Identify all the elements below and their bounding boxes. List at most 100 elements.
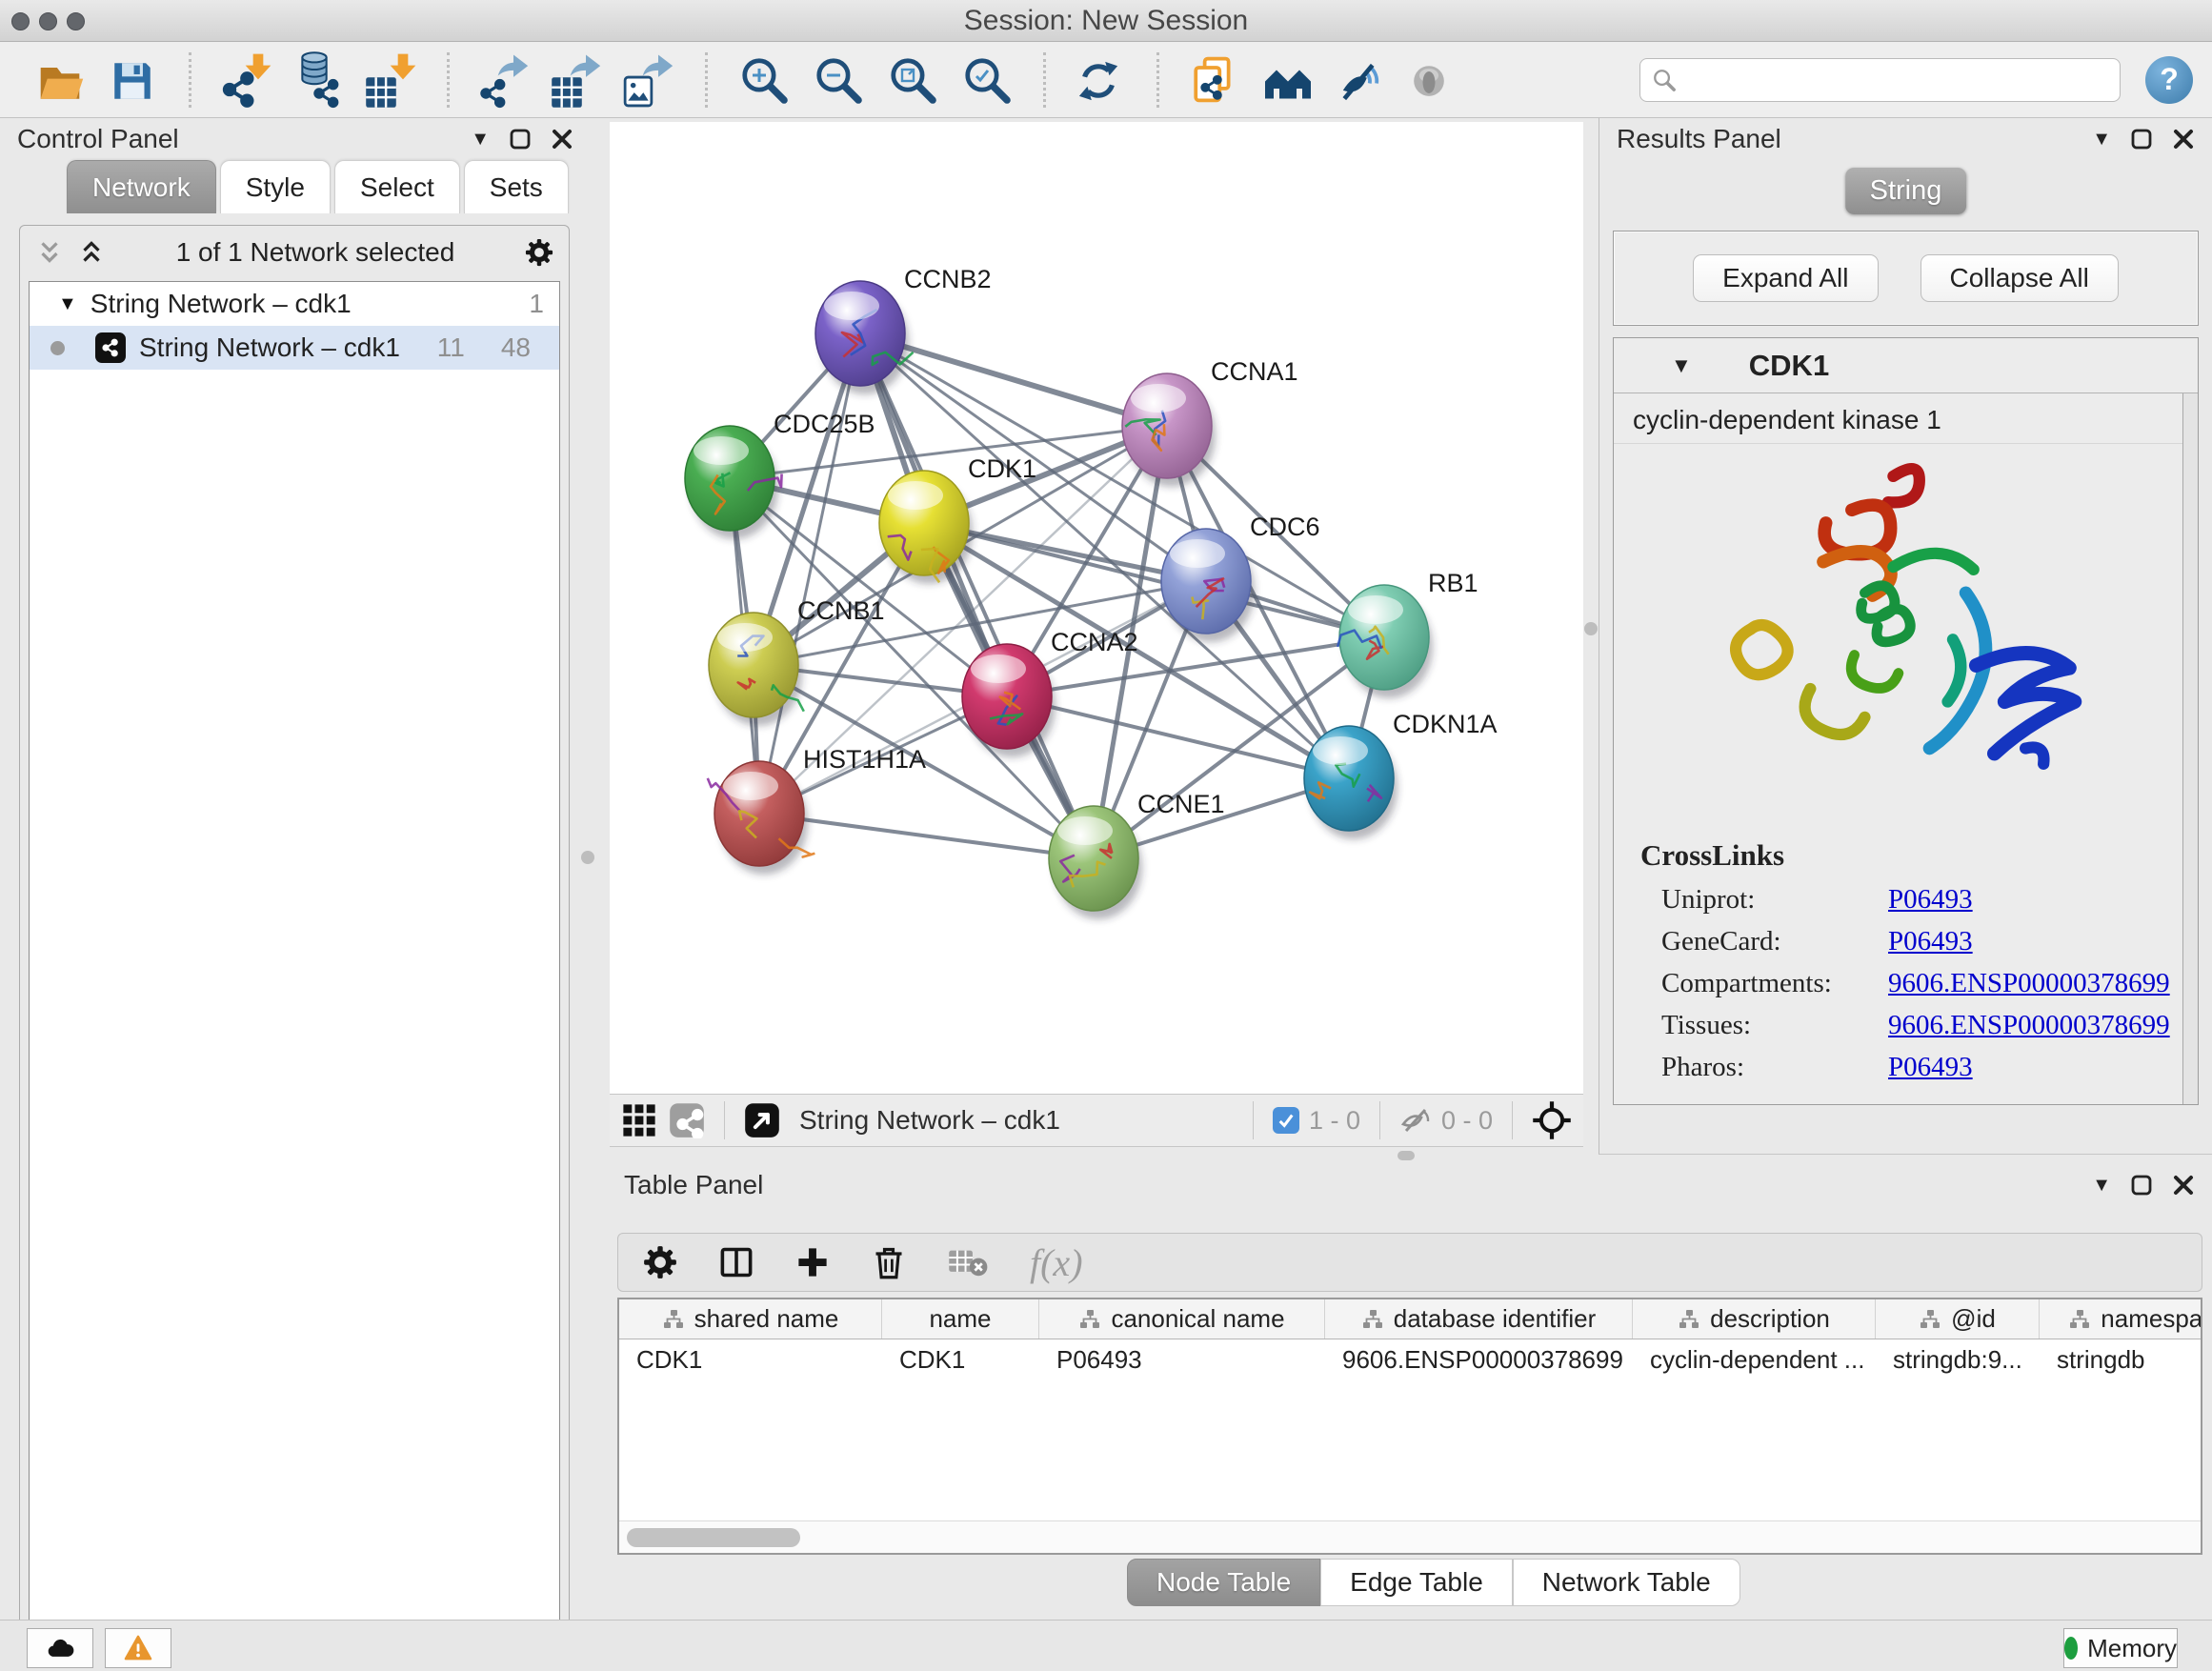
bottom-splitter-handle[interactable] xyxy=(1398,1151,1415,1160)
string-protein-query-button[interactable] xyxy=(1188,51,1241,109)
crosslink-value-link[interactable]: P06493 xyxy=(1888,920,1973,962)
network-badge-icon[interactable] xyxy=(669,1102,705,1138)
table-cell[interactable]: stringdb:9... xyxy=(1876,1339,2040,1379)
table-cell[interactable]: 9606.ENSP00000378699 xyxy=(1325,1339,1633,1379)
table-panel-menu-icon[interactable]: ▼ xyxy=(2092,1175,2111,1197)
table-horizontal-scrollbar[interactable] xyxy=(619,1520,2201,1553)
delete-table-icon xyxy=(948,1245,988,1279)
column-header[interactable]: name xyxy=(882,1299,1039,1339)
show-columns-icon[interactable] xyxy=(719,1245,754,1279)
window-controls xyxy=(11,12,85,30)
results-tab-string[interactable]: String xyxy=(1845,168,1967,214)
crosslink-value-link[interactable]: P06493 xyxy=(1888,878,1973,920)
help-button[interactable]: ? xyxy=(2145,56,2193,104)
network-collection-row[interactable]: ▼ String Network – cdk1 1 xyxy=(30,282,559,326)
network-graph[interactable]: CCNB2CCNA1CDC25BCDK1CDC6RB1CCNB1CCNA2CDK… xyxy=(610,122,1583,1094)
grid-view-icon[interactable] xyxy=(621,1102,657,1138)
memory-button[interactable]: Memory xyxy=(2063,1628,2178,1668)
graph-node-RB1[interactable]: RB1 xyxy=(1337,569,1478,690)
left-splitter-handle[interactable] xyxy=(581,851,594,864)
tab-select[interactable]: Select xyxy=(334,160,460,213)
crosshair-icon[interactable] xyxy=(1532,1100,1572,1140)
string-home-button[interactable] xyxy=(1260,51,1314,109)
table-cell[interactable]: CDK1 xyxy=(619,1339,882,1379)
graph-node-CDKN1A[interactable]: CDKN1A xyxy=(1304,710,1498,831)
close-panel-icon[interactable] xyxy=(2172,1174,2195,1197)
network-view-canvas[interactable]: CCNB2CCNA1CDC25BCDK1CDC6RB1CCNB1CCNA2CDK… xyxy=(610,122,1583,1094)
tab-edge-table[interactable]: Edge Table xyxy=(1320,1559,1513,1606)
zoom-out-button[interactable] xyxy=(813,54,864,106)
table-cell[interactable]: P06493 xyxy=(1039,1339,1325,1379)
save-session-button[interactable] xyxy=(107,51,160,109)
crosslink-value-link[interactable]: 9606.ENSP00000378699 xyxy=(1888,962,2170,1004)
results-panel-menu-icon[interactable]: ▼ xyxy=(2092,129,2111,151)
column-header[interactable]: shared name xyxy=(619,1299,882,1339)
graph-node-CDC25B[interactable]: CDC25B xyxy=(685,410,875,531)
tab-network-table[interactable]: Network Table xyxy=(1513,1559,1740,1606)
column-header[interactable]: description xyxy=(1633,1299,1876,1339)
crosslink-value-link[interactable]: 9606.ENSP00000378699 xyxy=(1888,1004,2170,1046)
import-network-from-database-button[interactable] xyxy=(292,51,346,109)
node-label-RB1: RB1 xyxy=(1428,569,1478,597)
column-network-icon xyxy=(1919,1308,1941,1331)
zoom-selected-button[interactable] xyxy=(961,54,1013,106)
delete-column-icon[interactable] xyxy=(872,1245,906,1279)
graph-node-CCNB1[interactable]: CCNB1 xyxy=(709,596,885,717)
apply-layout-button[interactable] xyxy=(1075,51,1128,109)
enhanced-labels-button[interactable] xyxy=(1333,51,1386,109)
network-row[interactable]: String Network – cdk1 11 48 xyxy=(30,326,559,370)
scrollbar-thumb[interactable] xyxy=(627,1528,800,1547)
zoom-fit-button[interactable] xyxy=(887,54,938,106)
toolbar-search-field[interactable] xyxy=(1639,58,2121,102)
search-input[interactable] xyxy=(1684,65,2108,94)
tab-network[interactable]: Network xyxy=(67,160,216,213)
column-header[interactable]: database identifier xyxy=(1325,1299,1633,1339)
graph-node-HIST1H1A[interactable]: HIST1H1A xyxy=(708,745,926,866)
crosslink-label: GeneCard: xyxy=(1661,920,1888,962)
table-cell[interactable]: stringdb xyxy=(2040,1339,2202,1379)
table-cell[interactable]: CDK1 xyxy=(882,1339,1039,1379)
column-header[interactable]: @id xyxy=(1876,1299,2040,1339)
crosslink-value-link[interactable]: P06493 xyxy=(1888,1046,1973,1088)
collection-expand-icon[interactable]: ▼ xyxy=(58,293,77,315)
expand-all-networks-icon[interactable] xyxy=(77,238,106,267)
open-session-button[interactable] xyxy=(34,51,88,109)
close-panel-icon[interactable] xyxy=(2172,128,2195,151)
float-panel-icon[interactable] xyxy=(509,128,532,151)
right-splitter-handle[interactable] xyxy=(1584,622,1598,635)
column-header[interactable]: canonical name xyxy=(1039,1299,1325,1339)
node-collapse-icon[interactable]: ▼ xyxy=(1671,353,1692,378)
column-header[interactable]: namespace xyxy=(2040,1299,2202,1339)
float-panel-icon[interactable] xyxy=(2130,1174,2153,1197)
node-details-header[interactable]: ▼ CDK1 xyxy=(1614,338,2198,393)
collapse-all-button[interactable]: Collapse All xyxy=(1920,254,2119,302)
close-window-button[interactable] xyxy=(11,12,30,30)
show-glass-ball-button[interactable] xyxy=(1405,51,1458,109)
tab-style[interactable]: Style xyxy=(220,160,331,213)
zoom-in-button[interactable] xyxy=(738,54,790,106)
import-network-button[interactable] xyxy=(220,51,273,109)
expand-all-button[interactable]: Expand All xyxy=(1693,254,1878,302)
export-image-button[interactable] xyxy=(623,51,676,109)
minimize-window-button[interactable] xyxy=(39,12,57,30)
tab-node-table[interactable]: Node Table xyxy=(1127,1559,1320,1606)
results-scrollbar[interactable] xyxy=(2182,393,2198,1104)
network-options-gear-icon[interactable] xyxy=(525,238,553,267)
export-table-button[interactable] xyxy=(551,51,604,109)
birds-eye-view-icon[interactable] xyxy=(744,1102,780,1138)
collapse-all-networks-icon[interactable] xyxy=(35,238,64,267)
cloud-status-button[interactable] xyxy=(27,1628,93,1668)
node-label-CDKN1A: CDKN1A xyxy=(1393,710,1498,738)
table-options-gear-icon[interactable] xyxy=(643,1245,677,1279)
control-panel-menu-icon[interactable]: ▼ xyxy=(471,129,490,151)
tab-sets[interactable]: Sets xyxy=(464,160,569,213)
selected-checkbox-icon[interactable] xyxy=(1273,1107,1299,1134)
export-network-button[interactable] xyxy=(478,51,532,109)
import-table-button[interactable] xyxy=(365,51,418,109)
float-panel-icon[interactable] xyxy=(2130,128,2153,151)
table-cell[interactable]: cyclin-dependent ... xyxy=(1633,1339,1876,1379)
zoom-window-button[interactable] xyxy=(67,12,85,30)
warnings-button[interactable] xyxy=(105,1628,171,1668)
create-column-icon[interactable] xyxy=(795,1245,830,1279)
close-panel-icon[interactable] xyxy=(551,128,573,151)
